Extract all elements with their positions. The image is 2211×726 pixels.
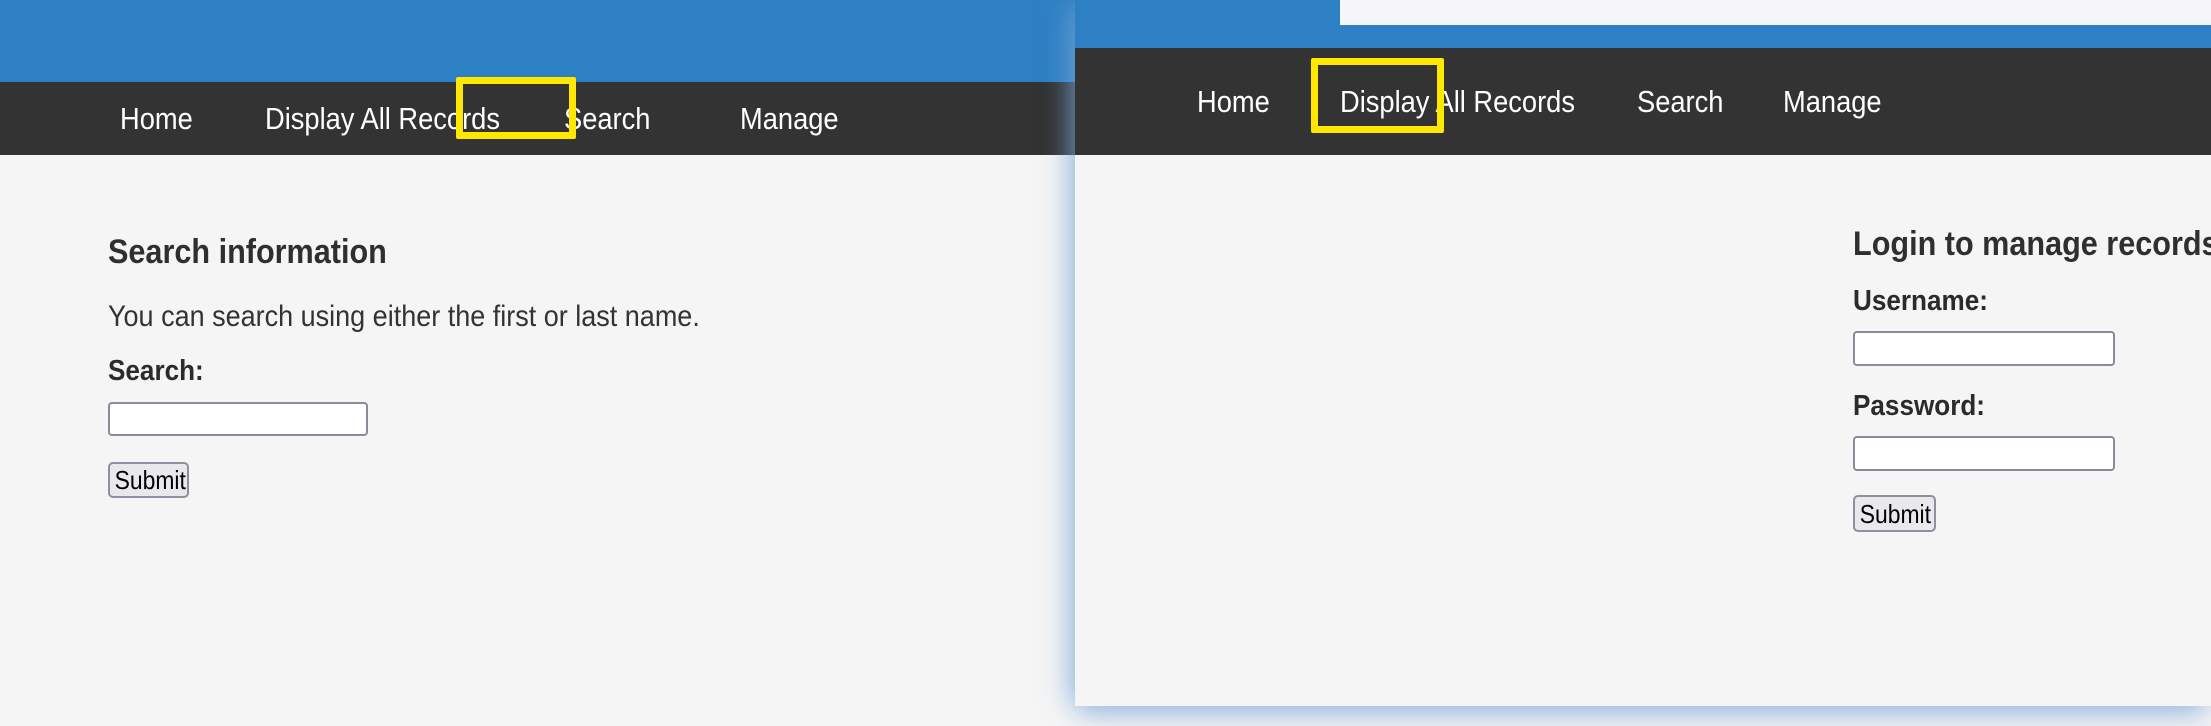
login-form: Username: Password: Submit bbox=[1853, 287, 2115, 532]
brand-header-bar bbox=[0, 0, 1078, 82]
username-input-label: Username: bbox=[1853, 285, 1988, 317]
primary-navbar: Home Display All Records Search Manage bbox=[1075, 48, 2211, 155]
page-content: Search information You can search using … bbox=[0, 155, 1078, 726]
search-submit-button-label: Submit bbox=[114, 465, 186, 495]
nav-link-search[interactable]: Search bbox=[1637, 86, 1723, 117]
page-description: You can search using either the first or… bbox=[108, 300, 700, 333]
nav-link-home[interactable]: Home bbox=[1197, 86, 1270, 117]
page-title: Login to manage records. bbox=[1853, 225, 2211, 263]
search-input-label: Search: bbox=[108, 355, 204, 387]
manage-login-window: Home Display All Records Search Manage L… bbox=[1075, 0, 2211, 706]
nav-link-search[interactable]: Search bbox=[564, 103, 650, 134]
nav-link-manage[interactable]: Manage bbox=[740, 103, 839, 134]
primary-navbar: Home Display All Records Search Manage bbox=[0, 82, 1078, 155]
login-submit-button-label: Submit bbox=[1859, 498, 1931, 529]
nav-link-display-all-records[interactable]: Display All Records bbox=[1340, 86, 1575, 117]
nav-link-home[interactable]: Home bbox=[120, 103, 193, 134]
search-form: Search: Submit bbox=[108, 357, 368, 498]
search-page-window: Home Display All Records Search Manage S… bbox=[0, 0, 1078, 726]
username-input[interactable] bbox=[1853, 331, 2115, 366]
search-submit-button[interactable]: Submit bbox=[108, 462, 189, 498]
navbar-items: Home Display All Records Search Manage bbox=[1075, 86, 1895, 117]
page-content: Login to manage records. Username: Passw… bbox=[1075, 155, 2211, 706]
brand-header-bar-overlap bbox=[1075, 0, 1340, 25]
page-title: Search information bbox=[108, 233, 387, 271]
screenshot-stage: Home Display All Records Search Manage S… bbox=[0, 0, 2211, 726]
nav-link-display-all-records[interactable]: Display All Records bbox=[265, 103, 500, 134]
navbar-items: Home Display All Records Search Manage bbox=[0, 103, 852, 134]
nav-link-manage[interactable]: Manage bbox=[1783, 86, 1882, 117]
login-submit-button[interactable]: Submit bbox=[1853, 495, 1936, 532]
password-input-label: Password: bbox=[1853, 390, 1986, 422]
search-input[interactable] bbox=[108, 402, 368, 436]
password-input[interactable] bbox=[1853, 436, 2115, 471]
